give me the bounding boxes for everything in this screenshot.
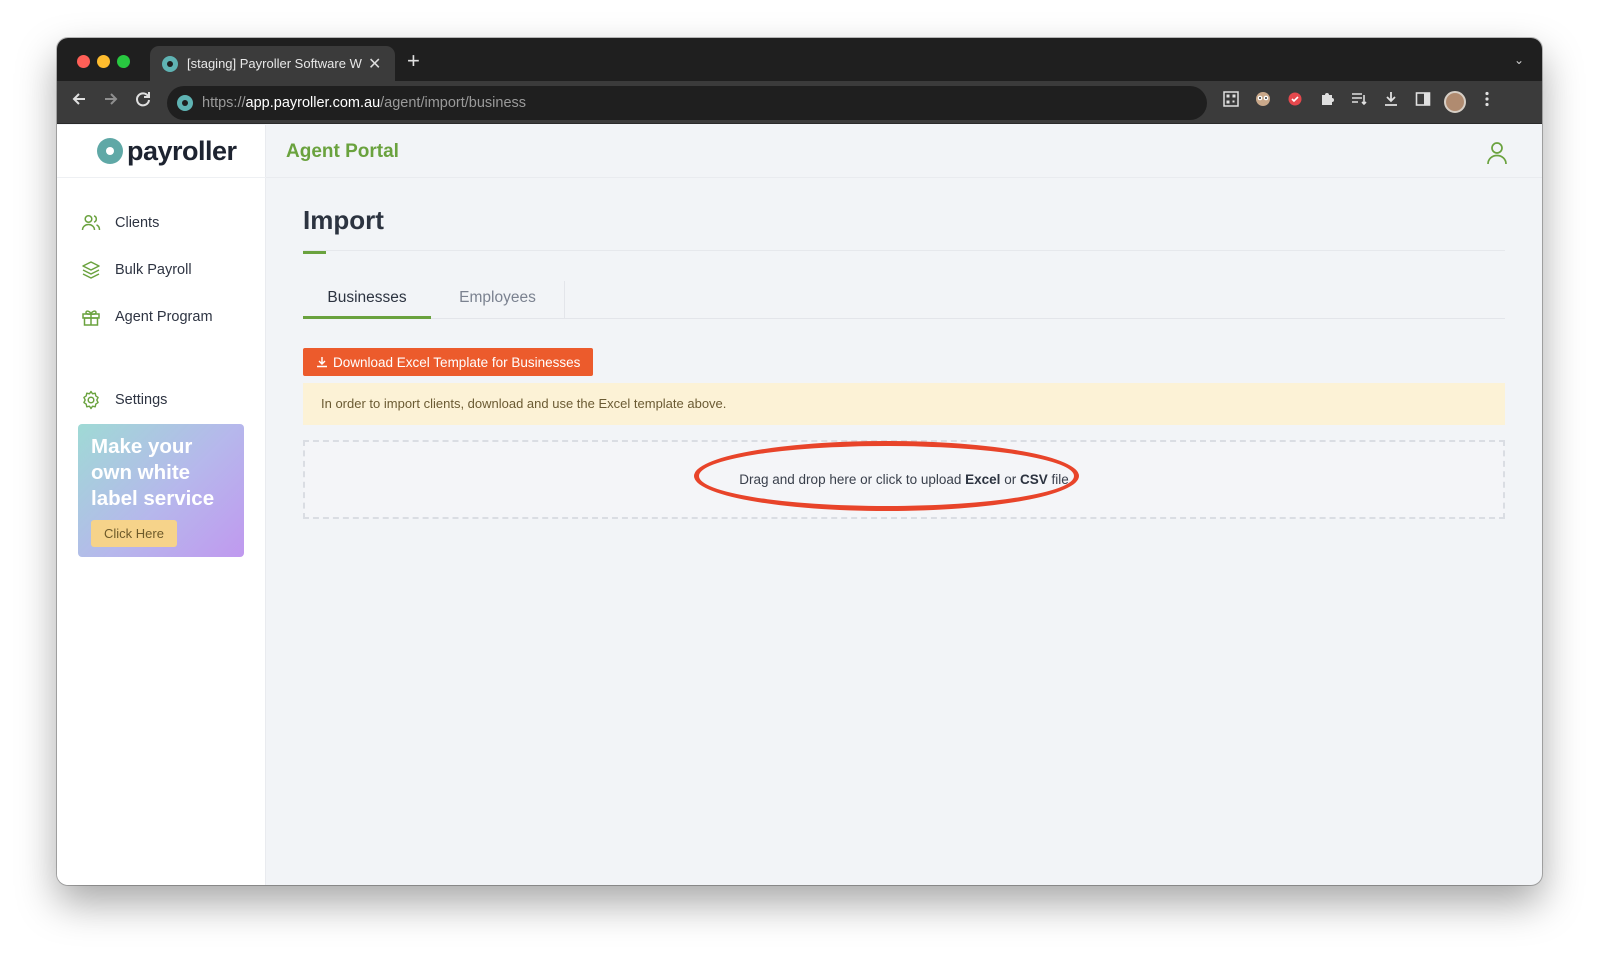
tab-strip: [staging] Payroller Software W ✕ + ⌄ bbox=[57, 38, 1542, 81]
gift-icon bbox=[82, 310, 100, 326]
browser-tab[interactable]: [staging] Payroller Software W ✕ bbox=[150, 46, 395, 81]
url-text: https://app.payroller.com.au/agent/impor… bbox=[202, 95, 526, 111]
new-tab-button[interactable]: + bbox=[407, 50, 420, 72]
sidebar: payroller Clients Bulk Payroll Agent Pro… bbox=[57, 125, 266, 885]
sidebar-item-clients[interactable]: Clients bbox=[81, 208, 159, 238]
sidebar-item-settings[interactable]: Settings bbox=[81, 385, 167, 415]
download-template-button[interactable]: Download Excel Template for Businesses bbox=[303, 348, 594, 376]
gear-icon bbox=[83, 390, 99, 410]
reload-button[interactable] bbox=[131, 90, 155, 114]
app: payroller Clients Bulk Payroll Agent Pro… bbox=[57, 125, 1542, 885]
forward-button[interactable] bbox=[99, 90, 123, 114]
browser-window: [staging] Payroller Software W ✕ + ⌄ htt… bbox=[57, 38, 1542, 885]
payroller-logo-icon bbox=[97, 138, 123, 164]
payroller-logo[interactable]: payroller bbox=[97, 135, 237, 167]
file-dropzone[interactable]: Drag and drop here or click to upload Ex… bbox=[303, 440, 1505, 519]
extension-eyes-icon[interactable] bbox=[1252, 91, 1274, 113]
back-button[interactable] bbox=[67, 90, 91, 114]
reload-icon bbox=[136, 92, 150, 107]
arrow-right-icon bbox=[105, 93, 118, 105]
title-accent-bar bbox=[303, 251, 326, 254]
main-area: Agent Portal Import Businesses Employees… bbox=[266, 125, 1542, 885]
site-info-icon[interactable] bbox=[177, 95, 193, 111]
dropzone-format-excel: Excel bbox=[965, 472, 1001, 487]
qr-code-icon[interactable] bbox=[1220, 91, 1242, 113]
profile-avatar-icon[interactable] bbox=[1444, 91, 1466, 113]
tab-close-icon[interactable]: ✕ bbox=[368, 54, 381, 74]
tab-employees[interactable]: Employees bbox=[431, 281, 565, 319]
layers-icon bbox=[82, 261, 100, 279]
tab-title: [staging] Payroller Software W bbox=[187, 56, 362, 71]
sidebar-item-label: Agent Program bbox=[115, 309, 213, 325]
dropzone-text: Drag and drop here or click to upload Ex… bbox=[739, 472, 1068, 487]
payroller-favicon-icon bbox=[162, 55, 178, 72]
white-label-promo-card: Make your own white label service Click … bbox=[78, 424, 244, 557]
top-bar: Agent Portal bbox=[266, 125, 1542, 178]
browser-toolbar: https://app.payroller.com.au/agent/impor… bbox=[57, 81, 1542, 124]
import-notice: In order to import clients, download and… bbox=[303, 383, 1505, 425]
extension-red-icon[interactable] bbox=[1284, 91, 1306, 113]
arrow-left-icon bbox=[72, 93, 85, 105]
url-host: app.payroller.com.au bbox=[245, 95, 381, 111]
sidebar-item-agent-program[interactable]: Agent Program bbox=[81, 302, 213, 332]
download-icon bbox=[317, 357, 327, 368]
close-window-button[interactable] bbox=[77, 55, 90, 68]
maximize-window-button[interactable] bbox=[117, 55, 130, 68]
url-path: /agent/import/business bbox=[380, 95, 527, 111]
page-title: Import bbox=[303, 205, 384, 235]
dropzone-or: or bbox=[1000, 472, 1020, 487]
title-divider bbox=[303, 250, 1505, 251]
address-bar[interactable]: https://app.payroller.com.au/agent/impor… bbox=[167, 86, 1207, 120]
minimize-window-button[interactable] bbox=[97, 55, 110, 68]
portal-title: Agent Portal bbox=[286, 141, 399, 162]
promo-title: Make your own white label service bbox=[91, 435, 215, 510]
users-icon bbox=[81, 214, 101, 231]
sidebar-item-bulk-payroll[interactable]: Bulk Payroll bbox=[81, 255, 192, 285]
sidebar-item-label: Bulk Payroll bbox=[115, 262, 192, 278]
sidebar-divider bbox=[57, 177, 266, 178]
logo-text: payroller bbox=[127, 135, 237, 166]
dropzone-prefix: Drag and drop here or click to upload bbox=[739, 472, 966, 487]
kebab-menu-icon[interactable] bbox=[1476, 91, 1498, 113]
download-icon[interactable] bbox=[1380, 91, 1402, 113]
sidebar-item-label: Settings bbox=[115, 392, 168, 408]
import-tabs: Businesses Employees bbox=[303, 281, 1505, 319]
download-template-label: Download Excel Template for Businesses bbox=[333, 354, 581, 370]
tab-search-chevron-icon[interactable]: ⌄ bbox=[1514, 53, 1524, 67]
reading-list-icon[interactable] bbox=[1348, 91, 1370, 113]
dropzone-format-csv: CSV bbox=[1019, 472, 1048, 487]
sidebar-item-label: Clients bbox=[115, 215, 160, 231]
user-account-icon[interactable] bbox=[1486, 141, 1508, 165]
puzzle-icon[interactable] bbox=[1316, 91, 1338, 113]
tab-businesses[interactable]: Businesses bbox=[303, 281, 431, 319]
url-scheme: https:// bbox=[202, 95, 246, 111]
dropzone-suffix: file bbox=[1047, 472, 1069, 487]
side-panel-icon[interactable] bbox=[1412, 91, 1434, 113]
promo-click-here-button[interactable]: Click Here bbox=[91, 520, 177, 547]
